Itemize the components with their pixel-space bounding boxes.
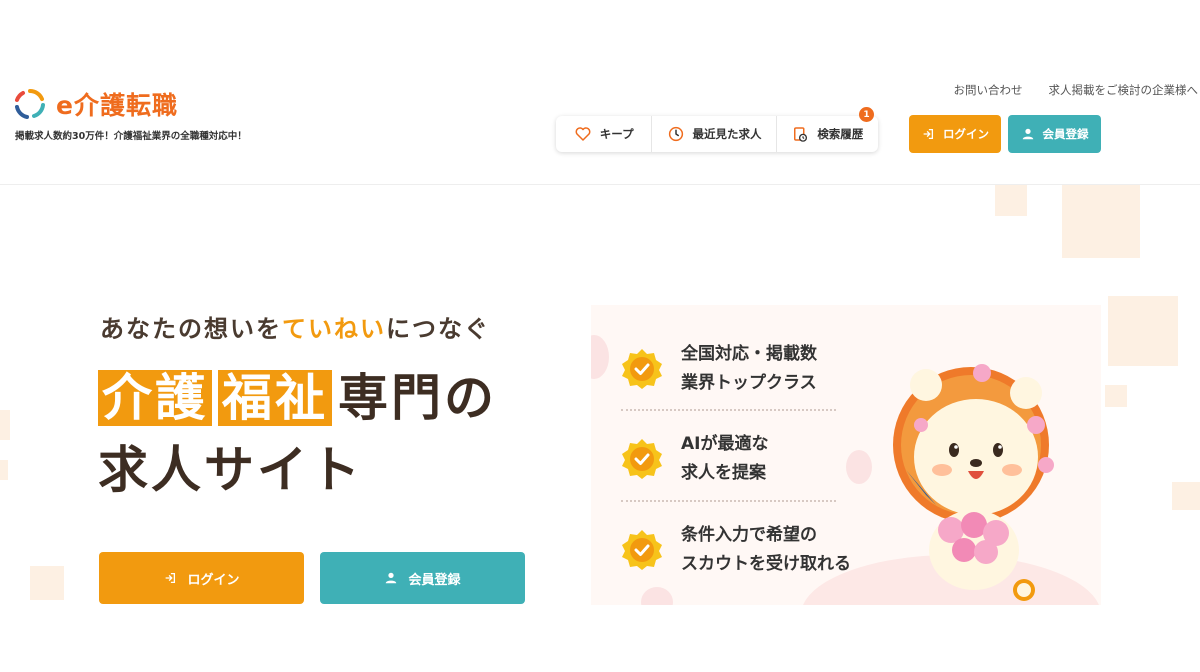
employer-link[interactable]: 求人掲載をご検討の企業様へ bbox=[1049, 82, 1199, 98]
hero-register-button[interactable]: 会員登録 bbox=[320, 552, 525, 604]
lion-mascot-illustration bbox=[893, 364, 1054, 601]
nav-history[interactable]: 検索履歴 1 bbox=[775, 107, 878, 152]
feature-item: 全国対応・掲載数 業界トップクラス bbox=[621, 340, 817, 398]
header-register-button[interactable]: 会員登録 bbox=[1008, 115, 1101, 153]
decor-square bbox=[1108, 296, 1178, 366]
header-login-button[interactable]: ログイン bbox=[909, 115, 1001, 153]
decor-square bbox=[1105, 385, 1127, 407]
feature-line1: 全国対応・掲載数 bbox=[681, 344, 817, 364]
feature-line2: 求人を提案 bbox=[681, 463, 766, 483]
hero-title: 介護 福祉 専門の 求人サイト bbox=[98, 362, 497, 506]
user-icon bbox=[386, 572, 397, 584]
check-medal-icon bbox=[622, 349, 662, 389]
hero-login-label: ログイン bbox=[187, 572, 240, 588]
check-medal-icon bbox=[622, 439, 662, 479]
hero-login-button[interactable]: ログイン bbox=[99, 552, 304, 604]
login-icon bbox=[166, 572, 176, 584]
feature-line2: 業界トップクラス bbox=[681, 373, 817, 393]
check-medal-icon bbox=[622, 530, 662, 570]
title-rest: 専門の bbox=[338, 369, 497, 427]
nav-keep-label: キープ bbox=[599, 127, 634, 141]
login-icon bbox=[923, 128, 934, 140]
nav-recent[interactable]: 最近見た求人 bbox=[651, 116, 775, 152]
logo[interactable]: e介護転職 bbox=[14, 86, 178, 122]
catchcopy-pre: あなたの想いを bbox=[100, 315, 282, 343]
title-line2: 求人サイト bbox=[98, 441, 363, 499]
feature-line1: 条件入力で希望の bbox=[681, 525, 817, 545]
decor-square bbox=[1172, 482, 1200, 510]
feature-divider bbox=[621, 500, 836, 502]
decor-square bbox=[0, 410, 10, 440]
catchcopy-post: につなぐ bbox=[386, 315, 490, 343]
user-icon bbox=[1022, 128, 1033, 140]
hero-catchcopy: あなたの想いをていねいにつなぐ bbox=[100, 309, 490, 344]
logo-mark-icon bbox=[15, 89, 45, 119]
title-box-kaigo: 介護 bbox=[98, 370, 212, 426]
cherry-petal-decor bbox=[591, 335, 609, 379]
tagline: 掲載求人数約30万件！介護福祉業界の全職種対応中！ bbox=[15, 131, 247, 142]
nav-recent-label: 最近見た求人 bbox=[692, 127, 762, 141]
decor-square bbox=[1062, 184, 1140, 258]
title-box-fukushi: 福祉 bbox=[218, 370, 332, 426]
quick-nav: キープ 最近見た求人 検索履歴 1 bbox=[556, 107, 878, 152]
history-count-badge: 1 bbox=[859, 107, 874, 122]
feature-item: AIが最適な 求人を提案 bbox=[621, 430, 768, 488]
catchcopy-highlight: ていねい bbox=[282, 315, 386, 343]
heart-icon bbox=[575, 127, 591, 141]
feature-card: 全国対応・掲載数 業界トップクラス AIが最適な 求人を提案 条件入力で希望の … bbox=[591, 305, 1101, 605]
top-links: お問い合わせ 求人掲載をご検討の企業様へ bbox=[954, 82, 1199, 98]
header-register-label: 会員登録 bbox=[1042, 127, 1089, 141]
history-icon bbox=[794, 127, 808, 142]
feature-line1: AIが最適な bbox=[681, 434, 769, 454]
clock-icon bbox=[668, 126, 683, 142]
contact-link[interactable]: お問い合わせ bbox=[954, 82, 1023, 98]
decor-square bbox=[0, 460, 8, 480]
decor-square bbox=[995, 184, 1027, 216]
cherry-petal-decor bbox=[641, 587, 673, 605]
nav-keep[interactable]: キープ bbox=[556, 116, 651, 152]
feature-line2: スカウトを受け取れる bbox=[681, 554, 851, 574]
cherry-petal-decor bbox=[846, 450, 872, 484]
feature-divider bbox=[621, 409, 836, 411]
logo-text: e介護転職 bbox=[56, 91, 178, 120]
hero-register-label: 会員登録 bbox=[408, 572, 461, 588]
header-login-label: ログイン bbox=[943, 127, 989, 141]
site-header: e介護転職 掲載求人数約30万件！介護福祉業界の全職種対応中！ お問い合わせ 求… bbox=[0, 0, 1200, 185]
feature-item: 条件入力で希望の スカウトを受け取れる bbox=[621, 521, 851, 579]
nav-history-label: 検索履歴 bbox=[817, 127, 864, 141]
decor-square bbox=[30, 566, 64, 600]
